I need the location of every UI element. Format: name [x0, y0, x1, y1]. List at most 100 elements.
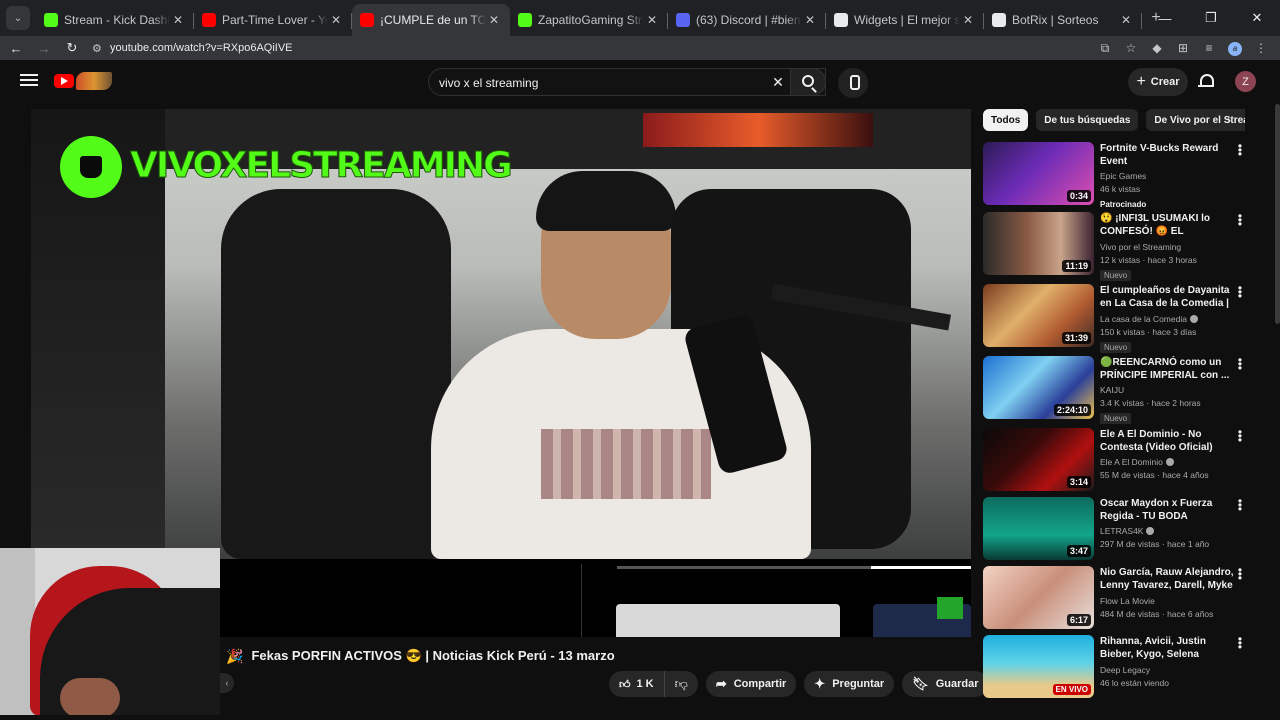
channel-name[interactable]: Ele A El Dominio	[1100, 457, 1236, 467]
save-button[interactable]: 🔖︎ Guardar	[902, 671, 989, 697]
browser-tab[interactable]: Part-Time Lover - YouTube✕	[194, 4, 352, 36]
video-thumbnail[interactable]: 2:24:10	[983, 356, 1094, 419]
close-window-button[interactable]: ✕	[1234, 0, 1280, 36]
more-options-icon[interactable]: • • •	[1237, 354, 1243, 374]
channel-label: Flow La Movie	[1100, 596, 1155, 606]
voice-search-icon[interactable]	[838, 68, 868, 98]
browser-tab[interactable]: Widgets | El mejor software pa✕	[826, 4, 984, 36]
channel-name[interactable]: La casa de la Comedia	[1100, 314, 1236, 324]
verified-icon	[1146, 527, 1155, 535]
share-button[interactable]: ➦ Compartir	[705, 671, 797, 697]
recommendation-item[interactable]: 31:39 El cumpleaños de Dayanita en La Cas…	[983, 282, 1243, 353]
more-options-icon[interactable]: • • •	[1237, 140, 1243, 160]
recommendation-title[interactable]: 😲 ¡INFI3L USUMAKI lo CONFESÓ! 😡 EL REGRE…	[1100, 212, 1236, 239]
tab-title: (63) Discord | #bienvenido	[696, 13, 802, 27]
video-thumbnail[interactable]: 3:47	[983, 497, 1094, 560]
plus-icon: +	[1136, 73, 1146, 90]
share-label: Compartir	[733, 678, 787, 690]
profile-button[interactable]: a	[1222, 40, 1248, 56]
close-tab-icon[interactable]: ✕	[170, 13, 186, 27]
back-button[interactable]: ←	[4, 41, 28, 56]
youtube-logo-icon[interactable]	[54, 74, 74, 88]
dislike-button[interactable]: 👎︎	[665, 671, 698, 697]
recommendation-title[interactable]: Oscar Maydon x Fuerza Regida - TU BODA	[1100, 497, 1236, 523]
more-options-icon[interactable]: • • •	[1237, 633, 1243, 653]
create-button[interactable]: + Crear	[1128, 68, 1188, 96]
recommendation-title[interactable]: El cumpleaños de Dayanita en La Casa de …	[1100, 284, 1236, 311]
browser-tab[interactable]: (63) Discord | #bienvenido✕	[668, 4, 826, 36]
more-options-icon[interactable]: • • •	[1237, 426, 1243, 446]
video-meta: Ele A El Dominio - No Contesta (Video Of…	[1100, 428, 1236, 480]
recommendation-title[interactable]: Ele A El Dominio - No Contesta (Video Of…	[1100, 428, 1236, 454]
search-input[interactable]	[439, 74, 769, 92]
close-tab-icon[interactable]: ✕	[486, 13, 502, 27]
recommendation-title[interactable]: Rihanna, Avicii, Justin Bieber, Kygo, Se…	[1100, 635, 1236, 662]
recommendation-item[interactable]: 3:14 Ele A El Dominio - No Contesta (Vide…	[983, 426, 1243, 492]
channel-name[interactable]: KAIJU	[1100, 385, 1236, 395]
more-options-icon[interactable]: • • •	[1237, 564, 1243, 584]
channel-name[interactable]: Epic Games	[1100, 171, 1236, 181]
recommendation-item[interactable]: 6:17 Nio García, Rauw Alejandro, Lenny Ta…	[983, 564, 1243, 630]
minimize-button[interactable]: —	[1142, 0, 1188, 36]
browser-tab[interactable]: ZapatitoGaming Stream - Wat✕	[510, 4, 668, 36]
cast-icon[interactable]: ⧉	[1092, 41, 1118, 56]
tab-search-button[interactable]: ⌄	[6, 6, 30, 30]
youtube-doodle-logo[interactable]	[76, 72, 112, 90]
account-avatar[interactable]: Z	[1235, 71, 1256, 92]
forward-button[interactable]: →	[32, 41, 56, 56]
notifications-bell-icon[interactable]	[1198, 73, 1214, 89]
ask-button[interactable]: ✦ Preguntar	[804, 671, 895, 697]
recommendation-item[interactable]: 3:47 Oscar Maydon x Fuerza Regida - TU BO…	[983, 495, 1243, 561]
chevron-left-icon[interactable]: ‹	[220, 673, 234, 693]
close-tab-icon[interactable]: ✕	[802, 13, 818, 27]
channel-name[interactable]: Vivo por el Streaming	[1100, 242, 1236, 252]
channel-name[interactable]: Flow La Movie	[1100, 596, 1236, 606]
recommendation-title[interactable]: 🟢REENCARNÓ como un PRÍNCIPE IMPERIAL con…	[1100, 356, 1236, 382]
clear-search-icon[interactable]: ✕	[769, 74, 787, 91]
recommendation-item[interactable]: 0:34 Fortnite V-Bucks Reward Event Epic Ga…	[983, 140, 1243, 209]
search-button[interactable]	[790, 68, 826, 96]
video-thumbnail[interactable]: 0:34	[983, 142, 1094, 205]
chevron-right-icon[interactable]: ›	[1227, 113, 1241, 127]
close-tab-icon[interactable]: ✕	[644, 13, 660, 27]
video-thumbnail[interactable]: EN VIVO	[983, 635, 1094, 698]
address-bar[interactable]: ⚙ youtube.com/watch?v=RXpo6AQiIVE	[92, 37, 1092, 59]
more-options-icon[interactable]: • • •	[1237, 282, 1243, 302]
recommendation-item[interactable]: 2:24:10 🟢REENCARNÓ como un PRÍNCIPE IMPER…	[983, 354, 1243, 424]
browser-tab[interactable]: ¡CUMPLE de un TORO K✕	[352, 4, 510, 36]
close-tab-icon[interactable]: ✕	[1118, 13, 1134, 27]
recommendation-title[interactable]: Nio García, Rauw Alejandro, Lenny Tavare…	[1100, 566, 1236, 593]
video-thumbnail[interactable]: 31:39	[983, 284, 1094, 347]
channel-name[interactable]: LETRAS4K	[1100, 526, 1236, 536]
video-thumbnail[interactable]: 3:14	[983, 428, 1094, 491]
channel-label: LETRAS4K	[1100, 526, 1144, 536]
end-screen-thumbnail[interactable]	[616, 604, 840, 637]
more-options-icon[interactable]: • • •	[1237, 210, 1243, 230]
page-scrollbar[interactable]	[1275, 104, 1280, 324]
extension-icon[interactable]: ◆	[1144, 41, 1170, 55]
close-tab-icon[interactable]: ✕	[328, 13, 344, 27]
restore-button[interactable]: ❐	[1188, 0, 1234, 36]
more-options-icon[interactable]: • • •	[1237, 495, 1243, 515]
like-button[interactable]: 👍︎ 1 K	[609, 671, 665, 697]
site-info-icon[interactable]: ⚙	[92, 42, 110, 55]
reload-button[interactable]: ↻	[60, 40, 84, 56]
verified-icon	[1189, 315, 1198, 323]
video-thumbnail[interactable]: 6:17	[983, 566, 1094, 629]
browser-tab[interactable]: BotRix | Sorteos ✕	[984, 4, 1142, 36]
close-tab-icon[interactable]: ✕	[960, 13, 976, 27]
browser-tab[interactable]: Stream - Kick Dashboard✕	[36, 4, 194, 36]
filter-chip[interactable]: Todos	[983, 109, 1029, 131]
browser-menu-icon[interactable]: ⋮	[1248, 41, 1274, 55]
media-control-icon[interactable]: ≡	[1196, 41, 1222, 55]
video-thumbnail[interactable]: 11:19	[983, 212, 1094, 275]
recommendation-item[interactable]: EN VIVO Rihanna, Avicii, Justin Bieber, K…	[983, 633, 1243, 699]
extensions-puzzle-icon[interactable]: ⊞	[1170, 41, 1196, 55]
video-meta: Rihanna, Avicii, Justin Bieber, Kygo, Se…	[1100, 635, 1236, 688]
bookmark-star-icon[interactable]: ☆	[1118, 41, 1144, 55]
recommendation-item[interactable]: 11:19 😲 ¡INFI3L USUMAKI lo CONFESÓ! 😡 EL …	[983, 210, 1243, 281]
filter-chip[interactable]: De tus búsquedas	[1036, 109, 1139, 131]
menu-icon[interactable]	[20, 72, 38, 90]
channel-name[interactable]: Deep Legacy	[1100, 665, 1236, 675]
recommendation-title[interactable]: Fortnite V-Bucks Reward Event	[1100, 142, 1236, 168]
